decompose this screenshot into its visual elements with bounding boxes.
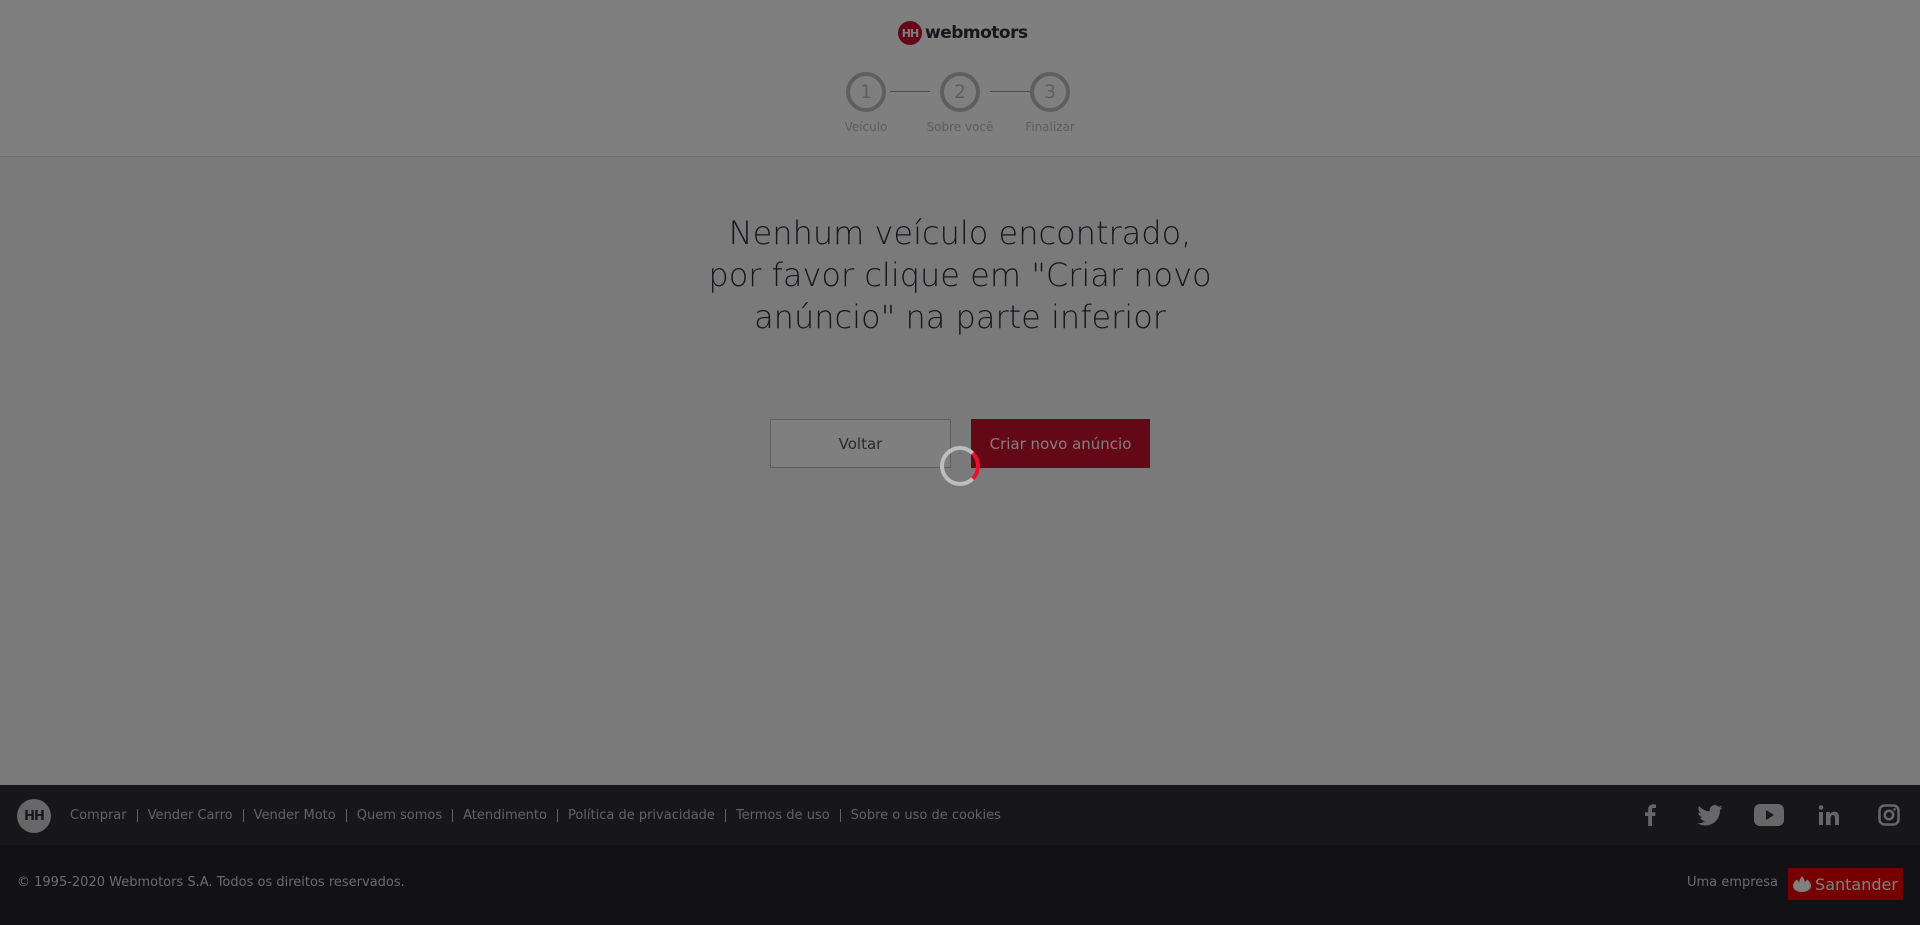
loading-overlay [0,0,1920,925]
loading-spinner-icon [940,446,980,486]
